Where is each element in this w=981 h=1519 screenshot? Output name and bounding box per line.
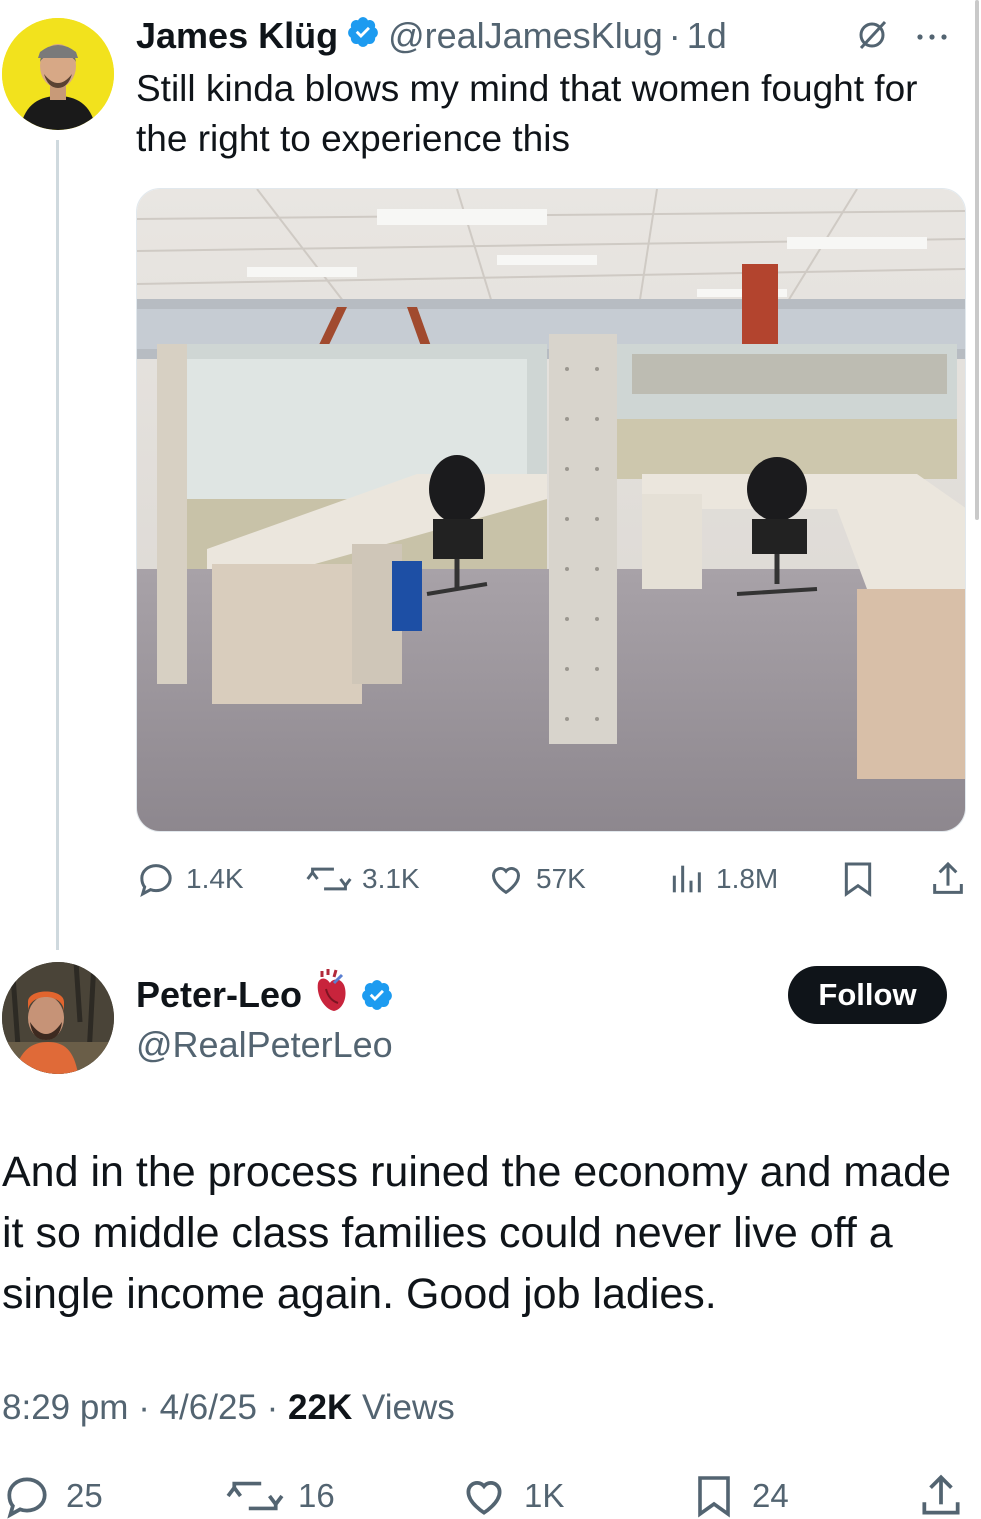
- like-count: 57K: [536, 863, 586, 894]
- reply-icon: [140, 864, 172, 898]
- views-count: 1.8M: [716, 863, 779, 894]
- views-count: 22K: [288, 1388, 353, 1427]
- repost-button[interactable]: 16: [226, 1470, 335, 1519]
- share-button[interactable]: [928, 856, 968, 902]
- office-cubicles-photo: [137, 189, 965, 831]
- avatar[interactable]: [2, 18, 114, 130]
- bookmark-button[interactable]: 24: [690, 1470, 789, 1519]
- repost-icon: [226, 1481, 284, 1511]
- repost-count: 16: [298, 1477, 335, 1514]
- grok-icon[interactable]: [855, 18, 889, 57]
- like-button[interactable]: 57K: [486, 856, 586, 902]
- reply-button[interactable]: 25: [2, 1470, 103, 1519]
- avatar-person-image: [2, 962, 114, 1074]
- share-button[interactable]: [916, 1470, 966, 1519]
- repost-icon: [306, 867, 352, 891]
- like-count: 1K: [524, 1477, 565, 1514]
- parent-tweet-actions: 1.4K 3.1K 57K 1.8M: [136, 856, 966, 902]
- verified-badge-icon: [346, 15, 380, 58]
- follow-button[interactable]: Follow: [788, 966, 947, 1024]
- bookmark-icon: [844, 862, 872, 897]
- parent-tweet-text: Still kinda blows my mind that women fou…: [136, 68, 918, 159]
- tweet-meta: 8:29 pm · 4/6/25 · 22K Views: [2, 1388, 455, 1428]
- tweet-time[interactable]: 8:29 pm: [2, 1388, 128, 1427]
- bookmark-button[interactable]: [838, 856, 878, 902]
- reply-tweet-actions: 25 16 1K 24: [0, 1470, 981, 1519]
- reply-button[interactable]: 1.4K: [136, 856, 244, 902]
- share-icon: [922, 1474, 960, 1515]
- author-name[interactable]: Peter-Leo: [136, 974, 302, 1016]
- parent-tweet-header: James Klüg @realJamesKlug · 1d: [136, 14, 727, 58]
- like-icon: [492, 867, 520, 895]
- avatar-person-image: [2, 18, 114, 130]
- separator-dot: ·: [138, 1388, 150, 1427]
- reply-count: 25: [66, 1477, 103, 1514]
- tweet-date[interactable]: 4/6/25: [160, 1388, 257, 1427]
- reply-tweet-text: And in the process ruined the economy an…: [2, 1148, 951, 1318]
- verified-badge-icon: [360, 978, 394, 1012]
- thread-connector-line: [56, 140, 59, 950]
- like-icon: [466, 1481, 502, 1515]
- more-icon[interactable]: [915, 29, 949, 47]
- author-name[interactable]: James Klüg: [136, 15, 338, 57]
- views-icon: [672, 865, 701, 893]
- share-icon: [933, 861, 963, 894]
- avatar[interactable]: [2, 962, 114, 1074]
- like-button[interactable]: 1K: [458, 1470, 564, 1519]
- reply-count: 1.4K: [186, 863, 244, 894]
- bookmark-count: 24: [752, 1477, 789, 1514]
- tweet-photo[interactable]: [136, 188, 966, 832]
- separator-dot: ·: [668, 15, 681, 56]
- reply-icon: [7, 1477, 47, 1519]
- scrollbar-thumb[interactable]: [975, 0, 979, 520]
- parent-tweet-menu: [855, 18, 949, 57]
- separator-dot: ·: [266, 1388, 279, 1427]
- author-handle[interactable]: @realJamesKlug: [388, 15, 663, 57]
- bookmark-icon: [698, 1476, 730, 1518]
- repost-count: 3.1K: [362, 863, 420, 894]
- scrollbar[interactable]: [973, 0, 981, 520]
- anatomical-heart-emoji: [312, 968, 350, 1022]
- views-label: Views: [361, 1388, 455, 1427]
- timestamp[interactable]: 1d: [687, 15, 727, 57]
- repost-button[interactable]: 3.1K: [306, 856, 420, 902]
- author-handle[interactable]: @RealPeterLeo: [136, 1024, 393, 1066]
- reply-author-name-row: Peter-Leo: [136, 968, 394, 1018]
- views-button[interactable]: 1.8M: [666, 856, 778, 902]
